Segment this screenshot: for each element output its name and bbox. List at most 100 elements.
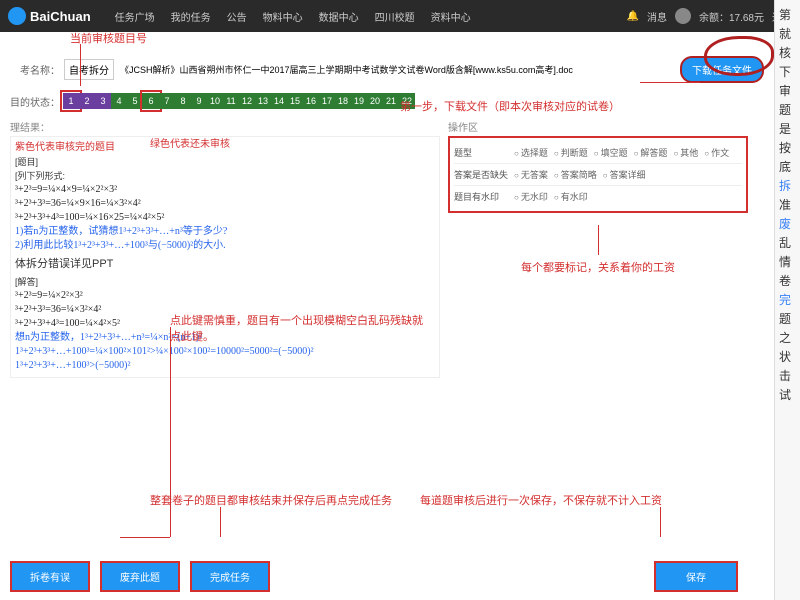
- sidebar-char: 题: [779, 310, 796, 328]
- radio-option[interactable]: 填空题: [594, 146, 628, 159]
- nav-sichuan[interactable]: 四川校题: [375, 9, 415, 24]
- op-row: 题目有水印无水印有水印: [454, 186, 742, 207]
- question-box-1[interactable]: 1: [63, 93, 79, 109]
- question-box-21[interactable]: 21: [383, 93, 399, 109]
- btn-split-error[interactable]: 拆卷有误: [10, 561, 90, 592]
- main-area: 当前审核题目号 考名称： 自考拆分 《JCSH解析》山西省朔州市怀仁一中2017…: [0, 32, 774, 600]
- question-box-18[interactable]: 18: [335, 93, 351, 109]
- exam-name-row: 考名称： 自考拆分 《JCSH解析》山西省朔州市怀仁一中2017届高三上学期期中…: [10, 56, 764, 83]
- question-box-7[interactable]: 7: [159, 93, 175, 109]
- radio-option[interactable]: 无水印: [514, 190, 548, 203]
- nav-data[interactable]: 数据中心: [319, 9, 359, 24]
- nav-resource[interactable]: 资料中心: [431, 9, 471, 24]
- question-box-6[interactable]: 6: [143, 93, 159, 109]
- header1: [题目]: [15, 155, 435, 169]
- btn-discard[interactable]: 废弃此题: [100, 561, 180, 592]
- sidebar-char: 准: [779, 196, 796, 214]
- anno-current-q: 当前审核题目号: [70, 30, 147, 46]
- question-box-2[interactable]: 2: [79, 93, 95, 109]
- radio-option[interactable]: 作文: [704, 146, 729, 159]
- top-nav: BaiChuan 任务广场 我的任务 公告 物料中心 数据中心 四川校题 资料中…: [0, 0, 800, 32]
- question-status-row: 目的状态： 1234567891011121314151617181920212…: [10, 93, 764, 109]
- q2: 2)利用此比较1³+2³+3³+…+100³与(−5000)²的大小.: [15, 239, 435, 253]
- question-box-4[interactable]: 4: [111, 93, 127, 109]
- sidebar-char: 完: [779, 291, 796, 309]
- status-label: 目的状态：: [10, 94, 60, 109]
- sidebar-char: 拆: [779, 177, 796, 195]
- nav-my-tasks[interactable]: 我的任务: [171, 9, 211, 24]
- op-opts: 无水印有水印: [514, 190, 742, 203]
- op-label: 题目有水印: [454, 190, 514, 203]
- sol-5: 1³+2³+3³+…+100³=¼×100²×101²>¼×100²×100²=…: [15, 345, 435, 359]
- nav-tasks[interactable]: 任务广场: [115, 9, 155, 24]
- sidebar-char: 情: [779, 253, 796, 271]
- nav-notice[interactable]: 公告: [227, 9, 247, 24]
- radio-option[interactable]: 答案简略: [554, 168, 597, 181]
- question-box-3[interactable]: 3: [95, 93, 111, 109]
- question-content: 紫色代表审核完的题目 [题目] [列下列形式: 绿色代表还未审核 ³+2³=9=…: [10, 136, 440, 378]
- question-box-9[interactable]: 9: [191, 93, 207, 109]
- anno-mark-all: 每个都要标记，关系着你的工资: [448, 259, 748, 275]
- ppt-line: 体拆分错误详见PPT: [15, 257, 435, 271]
- sol-2: ³+2³+3³=36=¼×3²×4²: [15, 303, 435, 317]
- download-button[interactable]: 下载任务文件: [680, 56, 764, 83]
- op-label: 答案是否缺失: [454, 168, 514, 181]
- sidebar-char: 下: [779, 63, 796, 81]
- math-1: ³+2³=9=¼×4×9=¼×2²×3²: [15, 183, 435, 197]
- question-box-17[interactable]: 17: [319, 93, 335, 109]
- sidebar-char: 试: [779, 386, 796, 404]
- question-box-16[interactable]: 16: [303, 93, 319, 109]
- q1: 1)若n为正整数，试猜想1³+2³+3³+…+n³等于多少?: [15, 225, 435, 239]
- sidebar-char: 第: [779, 6, 796, 24]
- question-box-19[interactable]: 19: [351, 93, 367, 109]
- question-box-12[interactable]: 12: [239, 93, 255, 109]
- btn-finish[interactable]: 完成任务: [190, 561, 270, 592]
- question-box-10[interactable]: 10: [207, 93, 223, 109]
- exam-desc: 《JCSH解析》山西省朔州市怀仁一中2017届高三上学期期中考试数学文试卷Wor…: [120, 63, 573, 76]
- radio-option[interactable]: 解答题: [634, 146, 668, 159]
- sidebar-char: 审: [779, 82, 796, 100]
- header2: [列下列形式:: [15, 169, 435, 183]
- question-box-13[interactable]: 13: [255, 93, 271, 109]
- radio-option[interactable]: 无答案: [514, 168, 548, 181]
- anno-save: 每道题审核后进行一次保存，不保存就不计入工资: [420, 492, 700, 508]
- nav-material[interactable]: 物料中心: [263, 9, 303, 24]
- question-box-22[interactable]: 22: [399, 93, 415, 109]
- logo-icon: [8, 7, 26, 25]
- question-box-20[interactable]: 20: [367, 93, 383, 109]
- category-box: 自考拆分: [64, 59, 114, 80]
- sol-6: 1³+2³+3³+…+100³>(−5000)²: [15, 359, 435, 373]
- avatar[interactable]: [675, 8, 691, 24]
- sidebar-char: 题: [779, 101, 796, 119]
- question-box-15[interactable]: 15: [287, 93, 303, 109]
- sidebar-char: 就: [779, 25, 796, 43]
- radio-option[interactable]: 判断题: [554, 146, 588, 159]
- question-box-8[interactable]: 8: [175, 93, 191, 109]
- sidebar-char: 击: [779, 367, 796, 385]
- user-area: 🔔 消息 余额：17.68元 退出: [627, 8, 792, 24]
- operation-panel: 题型选择题判断题填空题解答题其他作文答案是否缺失无答案答案简略答案详细题目有水印…: [448, 136, 748, 213]
- result-label: 理结果：: [10, 119, 440, 134]
- question-box-14[interactable]: 14: [271, 93, 287, 109]
- question-box-11[interactable]: 11: [223, 93, 239, 109]
- sidebar-char: 卷: [779, 272, 796, 290]
- radio-option[interactable]: 其他: [673, 146, 698, 159]
- op-title: 操作区: [448, 119, 748, 134]
- question-box-5[interactable]: 5: [127, 93, 143, 109]
- sol-4: 想n为正整数，1³+2³+3³+…+n³=¼×n²×(n+1)²: [15, 331, 435, 345]
- radio-option[interactable]: 答案详细: [603, 168, 646, 181]
- math-3: ³+2³+3³+4³=100=¼×16×25=¼×4²×5²: [15, 211, 435, 225]
- balance-label: 余额：17.68元: [699, 9, 764, 24]
- sidebar-char: 是: [779, 120, 796, 138]
- radio-option[interactable]: 选择题: [514, 146, 548, 159]
- btn-save[interactable]: 保存: [654, 561, 738, 592]
- radio-option[interactable]: 有水印: [554, 190, 588, 203]
- sidebar-char: 按: [779, 139, 796, 157]
- op-opts: 无答案答案简略答案详细: [514, 168, 742, 181]
- sol-1: ³+2³=9=¼×2²×3²: [15, 289, 435, 303]
- math-2: ³+2³+3³=36=¼×9×16=¼×3²×4²: [15, 197, 435, 211]
- op-label: 题型: [454, 146, 514, 159]
- sidebar-char: 核: [779, 44, 796, 62]
- bell-icon[interactable]: 🔔: [627, 11, 639, 22]
- sidebar-char: 底: [779, 158, 796, 176]
